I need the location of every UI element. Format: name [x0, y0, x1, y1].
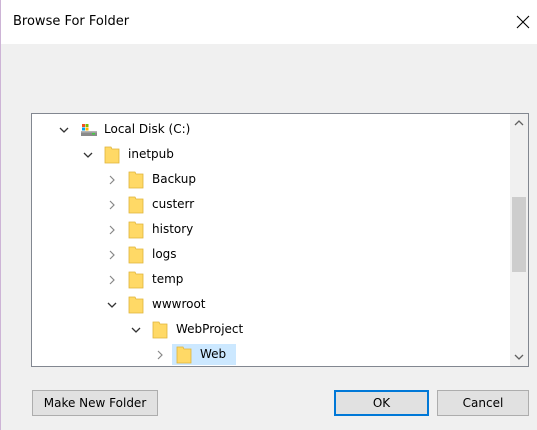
tree-item-inetpub[interactable]: inetpub — [32, 143, 510, 166]
tree-item-label: wwwroot — [152, 297, 206, 311]
dialog-title: Browse For Folder — [13, 14, 130, 29]
folder-icon — [176, 346, 192, 364]
chevron-right-icon[interactable] — [104, 268, 120, 291]
tree-item-label: WebProject — [176, 322, 244, 336]
tree-item-label: Backup — [152, 172, 196, 186]
tree-item-label: Web — [200, 347, 227, 361]
chevron-right-icon[interactable] — [152, 343, 168, 366]
tree-item-label: history — [152, 222, 194, 236]
tree-item-label: inetpub — [128, 147, 174, 161]
drive-icon — [80, 122, 97, 140]
ok-button[interactable]: OK — [334, 390, 429, 416]
scroll-down-button[interactable] — [510, 348, 528, 366]
folder-icon — [128, 196, 144, 214]
chevron-right-icon[interactable] — [104, 193, 120, 216]
folder-icon — [128, 171, 144, 189]
scroll-up-button[interactable] — [510, 114, 528, 132]
folder-icon — [128, 246, 144, 264]
vertical-scrollbar[interactable] — [510, 114, 528, 366]
make-new-folder-button[interactable]: Make New Folder — [32, 390, 158, 416]
tree-item-local-disk[interactable]: Local Disk (C:) — [32, 118, 510, 141]
folder-tree[interactable]: Local Disk (C:) inetpub Backup custerr h… — [31, 113, 529, 367]
chevron-up-icon — [514, 120, 524, 126]
tree-item-webproject[interactable]: WebProject — [32, 318, 510, 341]
browse-for-folder-dialog: Browse For Folder Local Disk (C:) inetpu… — [0, 0, 537, 430]
tree-item-temp[interactable]: temp — [32, 268, 510, 291]
folder-icon — [128, 221, 144, 239]
chevron-right-icon[interactable] — [104, 168, 120, 191]
scroll-thumb[interactable] — [512, 197, 526, 272]
folder-icon — [128, 271, 144, 289]
tree-item-label: custerr — [152, 197, 195, 211]
chevron-right-icon[interactable] — [104, 243, 120, 266]
folder-icon — [104, 146, 120, 164]
folder-icon — [128, 296, 144, 314]
tree-item-history[interactable]: history — [32, 218, 510, 241]
tree-item-custerr[interactable]: custerr — [32, 193, 510, 216]
chevron-down-icon[interactable] — [128, 318, 144, 341]
tree-item-label: logs — [152, 247, 177, 261]
tree-item-wwwroot[interactable]: wwwroot — [32, 293, 510, 316]
tree-item-web[interactable]: Web — [32, 343, 510, 366]
tree-item-label: Local Disk (C:) — [104, 122, 191, 136]
tree-item-backup[interactable]: Backup — [32, 168, 510, 191]
tree-item-logs[interactable]: logs — [32, 243, 510, 266]
cancel-button[interactable]: Cancel — [437, 390, 529, 416]
chevron-down-icon[interactable] — [56, 118, 72, 141]
chevron-right-icon[interactable] — [104, 218, 120, 241]
title-bar: Browse For Folder — [1, 0, 537, 44]
tree-item-label: temp — [152, 272, 184, 286]
chevron-down-icon[interactable] — [80, 143, 96, 166]
chevron-down-icon[interactable] — [104, 293, 120, 316]
folder-icon — [152, 321, 168, 339]
close-button[interactable] — [508, 8, 537, 36]
close-icon — [516, 15, 530, 29]
chevron-down-icon — [514, 354, 524, 360]
